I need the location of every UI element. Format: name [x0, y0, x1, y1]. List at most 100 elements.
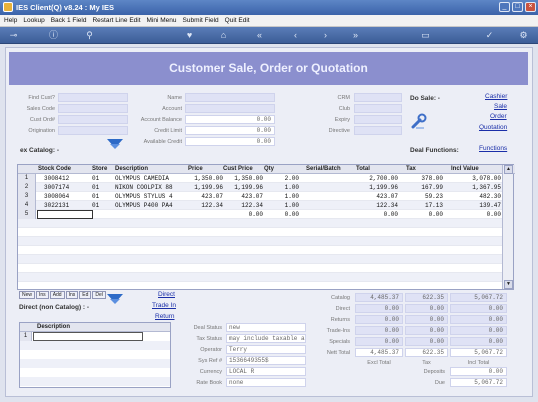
menu-quit-edit[interactable]: Quit Edit — [225, 17, 250, 24]
account-field[interactable] — [185, 104, 275, 113]
cell-cust-price[interactable]: 423.07 — [223, 193, 263, 200]
cashier-link[interactable]: Cashier — [485, 93, 507, 100]
close-button[interactable]: × — [525, 2, 536, 12]
col-stock-code[interactable]: Stock Code — [38, 166, 71, 172]
cell-description[interactable]: OLYMPUS STYLUS 4 — [115, 193, 173, 200]
catalog-arrow-icon[interactable] — [106, 138, 124, 150]
sale-link[interactable]: Sale — [494, 103, 507, 110]
find-cust-field[interactable] — [58, 93, 128, 102]
cell-qty[interactable]: 1.00 — [263, 202, 299, 209]
cell-price[interactable]: 423.07 — [183, 193, 223, 200]
quotation-link[interactable]: Quotation — [479, 124, 507, 131]
cell-store[interactable]: 01 — [92, 193, 99, 200]
menu-mini-menu[interactable]: Mini Menu — [147, 17, 177, 24]
cell-qty[interactable]: 0.00 — [263, 211, 299, 218]
name-field[interactable] — [185, 93, 275, 102]
cell-cust-price[interactable]: 122.34 — [223, 202, 263, 209]
col-tax[interactable]: Tax — [406, 166, 416, 172]
check-icon[interactable]: ✓ — [484, 30, 495, 41]
home-icon[interactable]: ⌂ — [218, 30, 229, 41]
grid-scrollbar[interactable]: ▲ ▼ — [502, 165, 513, 289]
menu-restart-line-edit[interactable]: Restart Line Edit — [92, 17, 140, 24]
cell-store[interactable]: 01 — [92, 184, 99, 191]
table-row[interactable]: 5 0.00 0.00 0.00 0.00 0.00 — [18, 210, 503, 219]
toolbar: ⊸ ⓘ ⚲ ♥ ⌂ « ‹ › » ▭ ✓ ⚙ — [0, 27, 538, 44]
col-store[interactable]: Store — [92, 166, 107, 172]
search-icon[interactable]: ⚲ — [84, 30, 95, 41]
delete-line-button[interactable]: Del — [92, 291, 106, 299]
deposits-label: Deposits — [423, 369, 445, 375]
col-qty[interactable]: Qty — [264, 166, 274, 172]
trade-in-link[interactable]: Trade In — [152, 302, 176, 309]
stock-code-edit-input[interactable] — [37, 210, 93, 219]
add-line-button[interactable]: Add — [49, 291, 65, 299]
cell-price[interactable]: 1,350.00 — [183, 175, 223, 182]
menu-help[interactable]: Help — [4, 17, 17, 24]
cell-qty[interactable]: 2.00 — [263, 175, 299, 182]
table-row[interactable]: 1 3008412 01 OLYMPUS CAMEDIA 1,350.00 1,… — [18, 174, 503, 183]
origination-field[interactable] — [58, 126, 128, 135]
col-total[interactable]: Total — [356, 166, 370, 172]
insert-button[interactable]: Ins — [65, 291, 79, 299]
cell-stock-code[interactable]: 3022131 — [44, 202, 69, 209]
return-link[interactable]: Return — [155, 313, 175, 320]
window-title: IES Client(Q) v8.24 : My IES — [16, 3, 114, 12]
cell-qty[interactable]: 1.00 — [263, 184, 299, 191]
col-price[interactable]: Price — [188, 166, 203, 172]
table-row[interactable]: 2 3007174 01 NIKON COOLPIX 88 1,199.96 1… — [18, 183, 503, 192]
insert-line-button[interactable]: Ins — [36, 291, 49, 299]
cell-cust-price[interactable]: 1,350.00 — [223, 175, 263, 182]
cell-qty[interactable]: 1.00 — [263, 193, 299, 200]
cell-stock-code[interactable]: 3008412 — [44, 175, 69, 182]
open-icon[interactable]: ▭ — [420, 30, 431, 41]
menu-submit-field[interactable]: Submit Field — [183, 17, 219, 24]
col-description[interactable]: Description — [115, 166, 148, 172]
table-row[interactable]: 4 3022131 01 OLYMPUS P400 PA4 122.34 122… — [18, 201, 503, 210]
heart-icon[interactable]: ♥ — [184, 30, 195, 41]
cell-description[interactable]: NIKON COOLPIX 88 — [115, 184, 173, 191]
last-icon[interactable]: » — [350, 30, 361, 41]
minimize-button[interactable]: _ — [499, 2, 510, 12]
settings-icon[interactable]: ⚙ — [518, 30, 529, 41]
cell-cust-price[interactable]: 0.00 — [223, 211, 263, 218]
cell-store[interactable]: 01 — [92, 175, 99, 182]
trade-ins-total-label: Trade-Ins — [326, 328, 350, 334]
mini-description-input[interactable] — [33, 332, 143, 341]
cell-price[interactable]: 1,199.96 — [183, 184, 223, 191]
cell-description[interactable]: OLYMPUS CAMEDIA — [115, 175, 169, 182]
scroll-down-icon[interactable]: ▼ — [504, 280, 513, 289]
first-icon[interactable]: « — [254, 30, 265, 41]
cell-stock-code[interactable]: 3008064 — [44, 193, 69, 200]
cell-store[interactable]: 01 — [92, 202, 99, 209]
functions-link[interactable]: Functions — [479, 145, 507, 152]
table-row[interactable]: 3 3008064 01 OLYMPUS STYLUS 4 423.07 423… — [18, 192, 503, 201]
col-serial-batch[interactable]: Serial/Batch — [306, 166, 341, 172]
menu-lookup[interactable]: Lookup — [23, 17, 44, 24]
menu-back-1-field[interactable]: Back 1 Field — [51, 17, 87, 24]
direct-link[interactable]: Direct — [158, 291, 175, 298]
col-cust-price[interactable]: Cust Price — [223, 166, 253, 172]
club-field[interactable] — [354, 104, 402, 113]
new-line-button[interactable]: New — [19, 291, 36, 299]
prev-icon[interactable]: ‹ — [290, 30, 301, 41]
expiry-field[interactable] — [354, 115, 402, 124]
pay-tool-icon[interactable] — [410, 113, 428, 131]
key-icon[interactable]: ⊸ — [8, 30, 19, 41]
cell-stock-code[interactable]: 3007174 — [44, 184, 69, 191]
scroll-up-icon[interactable]: ▲ — [504, 165, 513, 174]
cell-cust-price[interactable]: 1,199.96 — [223, 184, 263, 191]
info-icon[interactable]: ⓘ — [48, 30, 59, 41]
edit-line-button[interactable]: Ed — [79, 291, 92, 299]
next-icon[interactable]: › — [320, 30, 331, 41]
cell-description[interactable]: OLYMPUS P400 PA4 — [115, 202, 173, 209]
order-link[interactable]: Order — [490, 113, 507, 120]
sales-code-field[interactable] — [58, 104, 128, 113]
crm-field[interactable] — [354, 93, 402, 102]
directive-field[interactable] — [354, 126, 402, 135]
col-mini-description[interactable]: Description — [37, 324, 70, 330]
direct-arrow-icon[interactable] — [106, 293, 124, 305]
cust-ord-field[interactable] — [58, 115, 128, 124]
col-incl-value[interactable]: Incl Value — [451, 166, 479, 172]
cell-price[interactable]: 122.34 — [183, 202, 223, 209]
maximize-button[interactable]: □ — [512, 2, 523, 12]
